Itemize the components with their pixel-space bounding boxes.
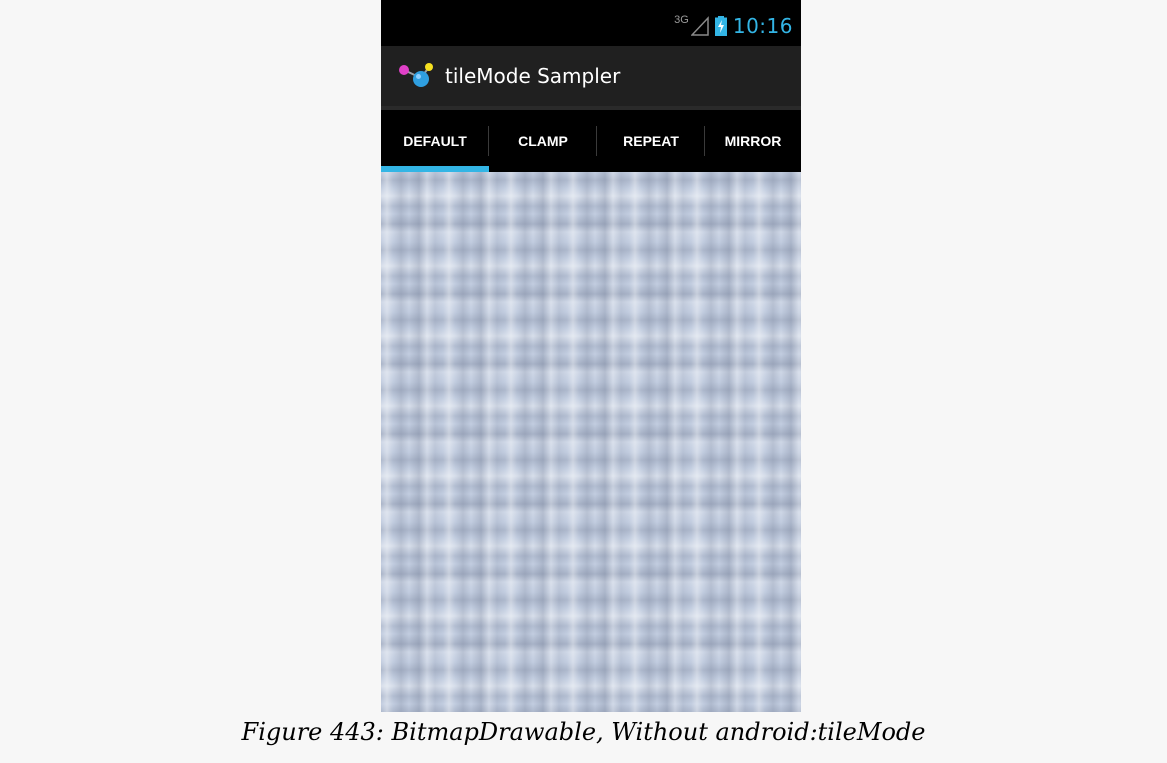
tab-mirror[interactable]: MIRROR	[705, 110, 801, 172]
phone-screen: 3G 10:16 tileMode Sampler DEFAULT CLAMP …	[381, 0, 801, 712]
bitmap-drawable-content	[381, 172, 801, 712]
molecule-app-icon[interactable]	[397, 61, 437, 91]
figure-caption: Figure 443: BitmapDrawable, Without andr…	[241, 718, 926, 746]
action-bar: tileMode Sampler	[381, 46, 801, 106]
app-title: tileMode Sampler	[445, 64, 621, 88]
status-bar: 3G 10:16	[381, 0, 801, 46]
page: 3G 10:16 tileMode Sampler DEFAULT CLAMP …	[0, 0, 1167, 763]
tab-default[interactable]: DEFAULT	[381, 110, 489, 172]
tab-bar: DEFAULT CLAMP REPEAT MIRROR	[381, 110, 801, 172]
tab-label: MIRROR	[724, 133, 782, 149]
tab-label: CLAMP	[518, 133, 568, 149]
battery-charging-icon	[714, 16, 727, 36]
tab-repeat[interactable]: REPEAT	[597, 110, 705, 172]
tab-label: DEFAULT	[403, 133, 467, 149]
tab-label: REPEAT	[623, 133, 679, 149]
signal-icon	[690, 16, 709, 36]
status-clock: 10:16	[732, 14, 793, 38]
status-icons: 3G 10:16	[674, 14, 793, 38]
tab-clamp[interactable]: CLAMP	[489, 110, 597, 172]
network-type-label: 3G	[674, 14, 689, 26]
